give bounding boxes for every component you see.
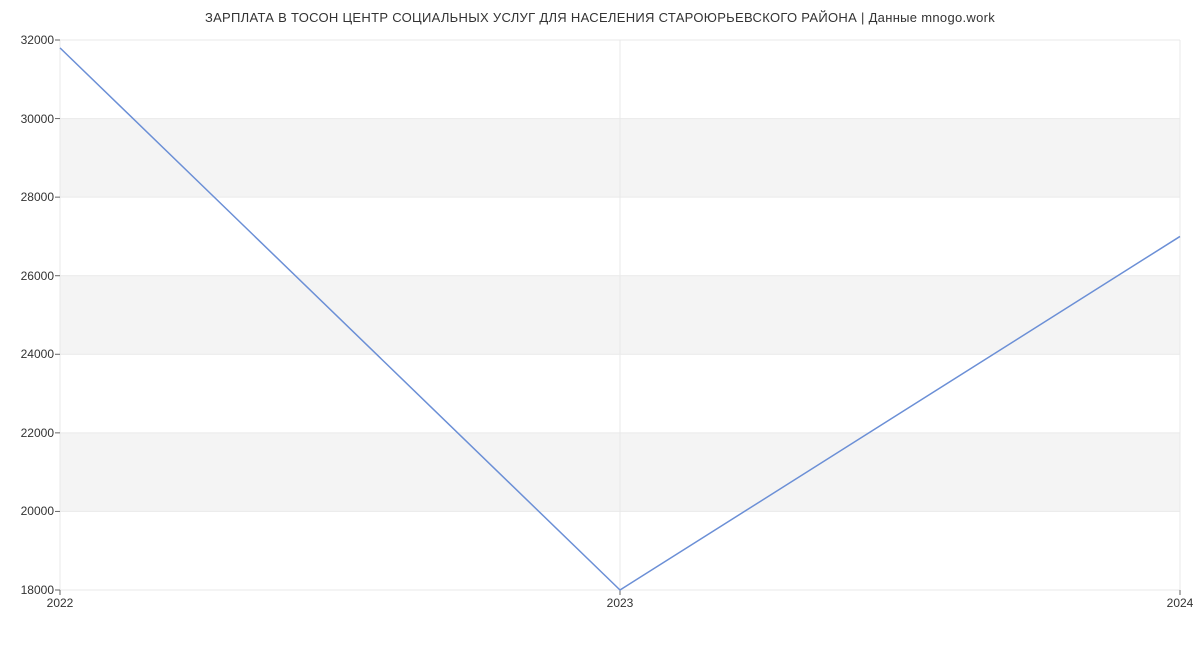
y-tick-label: 28000	[4, 190, 54, 204]
y-tick-label: 32000	[4, 33, 54, 47]
y-tick-label: 20000	[4, 504, 54, 518]
x-tick-label: 2022	[47, 596, 74, 610]
y-tick-label: 26000	[4, 269, 54, 283]
y-tick-label: 22000	[4, 426, 54, 440]
y-tick-label: 24000	[4, 347, 54, 361]
y-tick-label: 30000	[4, 112, 54, 126]
chart-svg	[60, 40, 1180, 590]
chart-plot-area	[60, 40, 1180, 590]
y-tick-label: 18000	[4, 583, 54, 597]
chart-container: ЗАРПЛАТА В ТОСОН ЦЕНТР СОЦИАЛЬНЫХ УСЛУГ …	[0, 0, 1200, 650]
x-tick-label: 2023	[607, 596, 634, 610]
chart-title: ЗАРПЛАТА В ТОСОН ЦЕНТР СОЦИАЛЬНЫХ УСЛУГ …	[0, 10, 1200, 25]
x-tick-label: 2024	[1167, 596, 1194, 610]
